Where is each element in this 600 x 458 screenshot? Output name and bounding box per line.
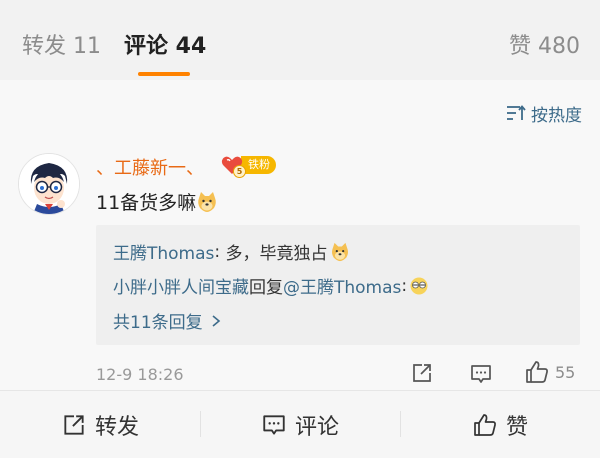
fan-badge[interactable]: 5 铁粉 bbox=[220, 153, 276, 178]
reply-colon: : bbox=[401, 275, 408, 296]
thumbs-up-icon bbox=[526, 361, 548, 383]
comment-body: 11备货多嘛 bbox=[96, 192, 197, 214]
reply-text: 多，毕竟独占 bbox=[225, 244, 328, 264]
reply-author[interactable]: 小胖小胖人间宝藏 bbox=[113, 273, 249, 298]
heart-badge-icon: 5 bbox=[220, 153, 246, 178]
avatar[interactable] bbox=[18, 153, 80, 215]
share-button[interactable] bbox=[410, 361, 434, 389]
fan-badge-label: 铁粉 bbox=[241, 156, 276, 174]
reply-mention[interactable]: @王腾Thomas bbox=[283, 273, 401, 298]
like-button[interactable]: 55 bbox=[524, 359, 575, 385]
comment-list: 按热度 、工藤新一、 5 铁粉 11备货多嘛 王腾Thomas: 多，毕竟独占… bbox=[0, 80, 600, 390]
reply-author[interactable]: 王腾Thomas bbox=[113, 239, 214, 264]
comment-text: 11备货多嘛 bbox=[96, 188, 218, 215]
reply-action: 回复 bbox=[249, 278, 283, 298]
share-icon bbox=[413, 364, 431, 382]
doge-emoji bbox=[331, 242, 348, 261]
like-label: 赞 bbox=[505, 414, 528, 440]
squinting-eyes-emoji bbox=[410, 277, 428, 294]
active-tab-indicator bbox=[138, 72, 190, 76]
share-icon bbox=[64, 414, 84, 435]
like-post-button[interactable]: 赞 bbox=[400, 391, 600, 458]
comment-button[interactable]: 评论 bbox=[200, 391, 400, 458]
tab-like[interactable]: 赞 480 bbox=[509, 33, 580, 61]
reply-preview-box[interactable]: 王腾Thomas : 多，毕竟独占 小胖小胖人间宝藏 回复 @王腾Thomas … bbox=[96, 225, 580, 345]
anime-character-avatar bbox=[19, 154, 79, 214]
tab-repost[interactable]: 转发 11 bbox=[22, 33, 101, 61]
comment-bubble-icon bbox=[471, 365, 491, 383]
tab-bar: 转发 11 评论 44 赞 480 bbox=[0, 0, 600, 80]
comment-username[interactable]: 、工藤新一、 bbox=[96, 154, 204, 180]
comment-bubble-icon bbox=[263, 414, 285, 435]
like-count: 55 bbox=[555, 362, 576, 382]
comment-label: 评论 bbox=[294, 414, 339, 440]
reply-item[interactable]: 王腾Thomas : 多，毕竟独占 bbox=[113, 239, 350, 264]
repost-button[interactable]: 转发 bbox=[0, 391, 200, 458]
doge-emoji bbox=[198, 191, 216, 212]
more-replies-label: 共11条回复 bbox=[113, 313, 203, 333]
sort-button[interactable]: 按热度 bbox=[506, 102, 582, 126]
comment-timestamp: 12-9 18:26 bbox=[96, 365, 184, 384]
reply-button[interactable] bbox=[469, 362, 493, 390]
thumbs-up-icon bbox=[474, 413, 496, 436]
reply-item[interactable]: 小胖小胖人间宝藏 回复 @王腾Thomas : bbox=[113, 273, 429, 298]
reply-separator: : bbox=[214, 241, 226, 262]
repost-label: 转发 bbox=[94, 414, 139, 440]
tab-comment[interactable]: 评论 44 bbox=[124, 33, 206, 61]
bottom-action-bar: 转发 评论 赞 bbox=[0, 390, 600, 458]
fan-level: 5 bbox=[233, 165, 246, 178]
more-replies-link[interactable]: 共11条回复 bbox=[113, 308, 223, 333]
sort-label: 按热度 bbox=[531, 105, 582, 126]
sort-icon bbox=[507, 105, 526, 120]
chevron-right-icon bbox=[212, 314, 220, 327]
